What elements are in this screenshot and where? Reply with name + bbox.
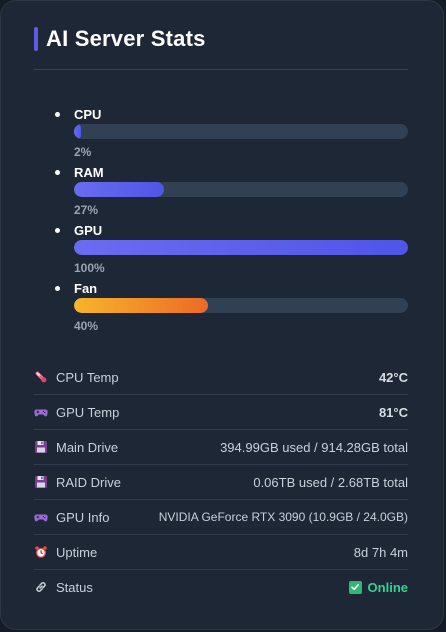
- stat-row-gpu-info: GPU Info NVIDIA GeForce RTX 3090 (10.9GB…: [34, 500, 408, 535]
- stat-row-status: Status Online: [34, 570, 408, 604]
- stat-value: 394.99GB used / 914.28GB total: [220, 439, 408, 455]
- stat-label: Main Drive: [56, 439, 119, 455]
- stat-left: Uptime: [34, 545, 97, 560]
- floppy-disk-icon: [34, 475, 48, 489]
- progress-track: [74, 124, 408, 139]
- progress-fill: [74, 182, 165, 197]
- gamepad-icon: [34, 510, 48, 524]
- bar-label: RAM: [74, 165, 104, 180]
- stat-value: NVIDIA GeForce RTX 3090 (10.9GB / 24.0GB…: [158, 510, 408, 524]
- stat-label: Uptime: [56, 544, 98, 560]
- stat-left: Main Drive: [34, 440, 118, 455]
- bullet-icon: [55, 286, 60, 291]
- header: AI Server Stats: [34, 25, 206, 53]
- bar-value: 100%: [74, 261, 105, 275]
- stat-left: Status: [34, 580, 93, 595]
- alarm-clock-icon: [34, 545, 48, 559]
- bar-gpu: GPU 100%: [34, 221, 408, 279]
- stat-value: 8d 7h 4m: [353, 544, 408, 560]
- stat-left: CPU Temp: [34, 370, 119, 385]
- bar-value: 2%: [74, 145, 92, 159]
- stat-value: 81°C: [378, 404, 408, 420]
- bar-value: 27%: [74, 203, 99, 217]
- bar-label: CPU: [74, 107, 102, 122]
- stat-label: GPU Temp: [56, 404, 120, 420]
- server-stats-card: AI Server Stats CPU 2% RAM 27% GPU 100% …: [0, 0, 444, 630]
- bar-label: GPU: [74, 223, 103, 238]
- stat-value: 42°C: [378, 369, 408, 385]
- stat-left: RAID Drive: [34, 475, 121, 490]
- stat-value: 0.06TB used / 2.68TB total: [253, 474, 408, 490]
- bar-value: 40%: [74, 319, 99, 333]
- progress-fill: [74, 124, 81, 139]
- stat-label: Status: [56, 579, 93, 595]
- progress-fill: [74, 298, 208, 313]
- bar-label: Fan: [74, 281, 98, 296]
- stat-row-cpu-temp: CPU Temp 42°C: [34, 360, 408, 395]
- bullet-icon: [55, 170, 60, 175]
- stat-row-main-drive: Main Drive 394.99GB used / 914.28GB tota…: [34, 430, 408, 465]
- stat-left: GPU Info: [34, 510, 109, 525]
- stat-label: RAID Drive: [56, 474, 122, 490]
- gamepad-icon: [34, 405, 48, 419]
- progress-track: [74, 240, 408, 255]
- page-title: AI Server Stats: [46, 26, 206, 51]
- stat-row-uptime: Uptime 8d 7h 4m: [34, 535, 408, 570]
- thermometer-icon: [34, 370, 48, 384]
- stat-label: CPU Temp: [56, 369, 119, 385]
- bullet-icon: [55, 112, 60, 117]
- stat-row-raid-drive: RAID Drive 0.06TB used / 2.68TB total: [34, 465, 408, 500]
- stats-list: CPU Temp 42°C GPU Temp 81°C Main Drive 3…: [34, 360, 408, 604]
- progress-track: [74, 298, 408, 313]
- stat-label: GPU Info: [56, 509, 110, 525]
- usage-bars: CPU 2% RAM 27% GPU 100% Fan 40%: [34, 105, 408, 337]
- bar-ram: RAM 27%: [34, 163, 408, 221]
- stat-row-gpu-temp: GPU Temp 81°C: [34, 395, 408, 430]
- title-accent-bar: [34, 27, 38, 51]
- check-mark-icon: [348, 580, 362, 594]
- bar-fan: Fan 40%: [34, 279, 408, 337]
- progress-fill: [74, 240, 408, 255]
- bullet-icon: [55, 228, 60, 233]
- link-icon: [34, 580, 48, 594]
- status-badge: Online: [348, 579, 408, 595]
- status-text: Online: [367, 579, 408, 595]
- stat-left: GPU Temp: [34, 405, 119, 420]
- progress-track: [74, 182, 408, 197]
- header-divider: [34, 69, 408, 70]
- floppy-disk-icon: [34, 440, 48, 454]
- bar-cpu: CPU 2%: [34, 105, 408, 163]
